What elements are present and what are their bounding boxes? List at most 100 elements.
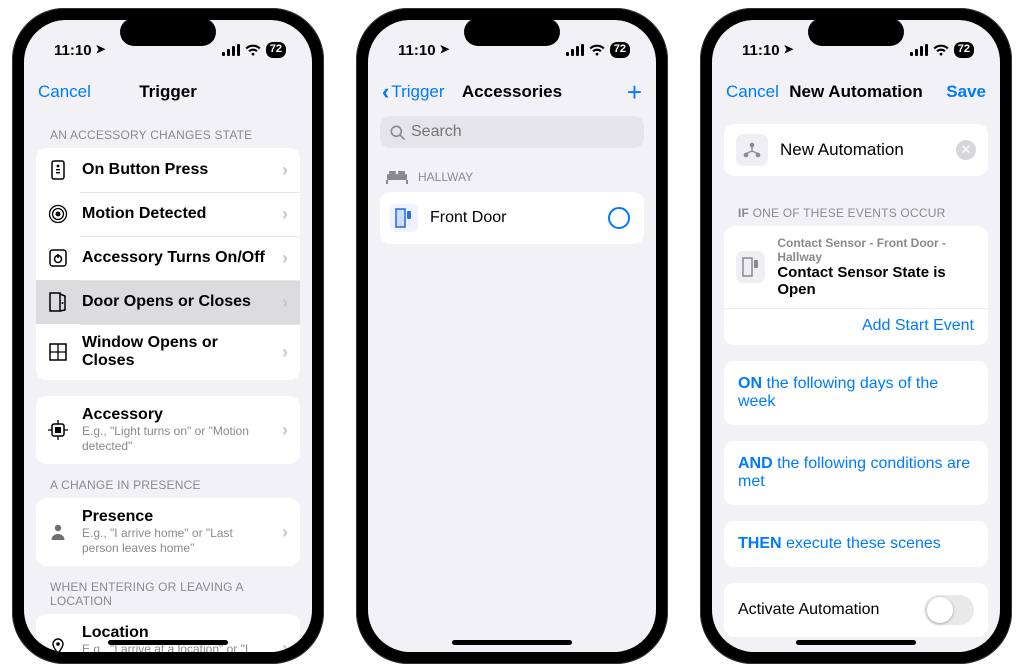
save-button[interactable]: Save (946, 82, 986, 102)
activate-switch[interactable] (924, 595, 974, 625)
dynamic-island (464, 18, 560, 46)
search-input[interactable] (411, 123, 634, 141)
screen-trigger: 11:10 ➤ 72 Cancel Trigger AN ACCESSORY C… (24, 20, 312, 652)
add-start-event-button[interactable]: Add Start Event (724, 308, 988, 345)
then-text: execute these scenes (782, 535, 941, 552)
chevron-right-icon: › (282, 342, 288, 363)
chevron-left-icon: ‹ (382, 79, 389, 105)
chevron-right-icon: › (282, 420, 288, 441)
door-sensor-icon (736, 251, 765, 283)
battery-badge: 72 (954, 42, 974, 57)
row-location[interactable]: Location E.g., "I arrive at a location" … (36, 614, 300, 652)
trigger-type-list: On Button Press › Motion Detected › Acce… (36, 148, 300, 380)
status-time: 11:10 (742, 42, 780, 59)
event-title: Contact Sensor State is Open (777, 264, 976, 298)
section-header-state: AN ACCESSORY CHANGES STATE (36, 114, 300, 148)
automation-icon (736, 134, 768, 166)
section-header-presence: A CHANGE IN PRESENCE (36, 464, 300, 498)
row-accessory[interactable]: Accessory E.g., "Light turns on" or "Mot… (36, 396, 300, 464)
chevron-right-icon: › (282, 292, 288, 313)
row-onoff[interactable]: Accessory Turns On/Off › (36, 236, 300, 280)
cancel-button[interactable]: Cancel (38, 82, 91, 102)
door-sensor-icon (390, 204, 418, 232)
location-pin-icon (46, 636, 70, 652)
wifi-icon (589, 44, 605, 56)
radio-unselected[interactable] (608, 207, 630, 229)
door-icon (46, 290, 70, 314)
row-presence[interactable]: Presence E.g., "I arrive home" or "Last … (36, 498, 300, 566)
location-arrow-icon: ➤ (784, 42, 794, 56)
home-indicator (452, 640, 572, 645)
back-label: Trigger (391, 82, 444, 102)
room-name: HALLWAY (418, 170, 473, 184)
remote-icon (46, 158, 70, 182)
accessory-row-front-door[interactable]: Front Door (380, 192, 644, 244)
row-label: Window Opens or Closes (82, 334, 270, 370)
row-sub: E.g., "Light turns on" or "Motion detect… (82, 424, 270, 454)
nav-bar: Cancel New Automation Save (712, 70, 1000, 114)
chevron-right-icon: › (282, 522, 288, 543)
event-row[interactable]: Contact Sensor - Front Door - Hallway Co… (724, 226, 988, 308)
activate-row: Activate Automation (724, 583, 988, 637)
and-keyword: AND (738, 455, 773, 472)
clear-name-button[interactable]: ✕ (956, 140, 976, 160)
screen-accessories: 11:10 ➤ 72 ‹ Trigger Accessories + (368, 20, 656, 652)
chevron-right-icon: › (282, 160, 288, 181)
person-icon (46, 520, 70, 544)
wifi-icon (933, 44, 949, 56)
back-button[interactable]: ‹ Trigger (382, 79, 445, 105)
row-sub: E.g., "I arrive home" or "Last person le… (82, 526, 270, 556)
chip-icon (46, 418, 70, 442)
cellular-icon (566, 44, 584, 56)
accessory-name: Front Door (430, 209, 596, 227)
window-icon (46, 340, 70, 364)
phone-2: 11:10 ➤ 72 ‹ Trigger Accessories + (356, 8, 668, 664)
row-label: Motion Detected (82, 205, 270, 223)
section-header-location: WHEN ENTERING OR LEAVING A LOCATION (36, 566, 300, 614)
activate-label: Activate Automation (738, 601, 879, 619)
room-icon (386, 170, 408, 184)
row-motion[interactable]: Motion Detected › (36, 192, 300, 236)
wifi-icon (245, 44, 261, 56)
then-keyword: THEN (738, 535, 782, 552)
location-arrow-icon: ➤ (440, 42, 450, 56)
on-days-row[interactable]: ON the following days of the week (724, 361, 988, 425)
home-indicator (796, 640, 916, 645)
power-icon (46, 246, 70, 270)
automation-name-row[interactable]: New Automation ✕ (724, 124, 988, 176)
cancel-button[interactable]: Cancel (726, 82, 779, 102)
motion-icon (46, 202, 70, 226)
row-label: Door Opens or Closes (82, 293, 270, 311)
search-field[interactable] (380, 116, 644, 148)
battery-badge: 72 (610, 42, 630, 57)
room-header: HALLWAY (380, 148, 644, 192)
event-subtitle: Contact Sensor - Front Door - Hallway (777, 236, 976, 264)
row-label: Accessory Turns On/Off (82, 249, 270, 267)
cellular-icon (910, 44, 928, 56)
cellular-icon (222, 44, 240, 56)
and-conditions-row[interactable]: AND the following conditions are met (724, 441, 988, 505)
then-scenes-row[interactable]: THEN execute these scenes (724, 521, 988, 567)
row-title: Presence (82, 508, 270, 526)
chevron-right-icon: › (282, 204, 288, 225)
nav-bar: ‹ Trigger Accessories + (368, 70, 656, 114)
add-button[interactable]: + (627, 79, 642, 105)
home-indicator (108, 640, 228, 645)
event-card: Contact Sensor - Front Door - Hallway Co… (724, 226, 988, 345)
dynamic-island (808, 18, 904, 46)
automation-name: New Automation (780, 140, 944, 160)
chevron-right-icon: › (282, 638, 288, 653)
on-keyword: ON (738, 375, 762, 392)
search-icon (390, 125, 405, 140)
chevron-right-icon: › (282, 248, 288, 269)
screen-new-automation: 11:10 ➤ 72 Cancel New Automation Save Ne… (712, 20, 1000, 652)
row-window[interactable]: Window Opens or Closes › (36, 324, 300, 380)
and-text: the following conditions are met (738, 455, 970, 490)
status-time: 11:10 (54, 42, 92, 59)
row-button-press[interactable]: On Button Press › (36, 148, 300, 192)
row-door[interactable]: Door Opens or Closes › (36, 280, 300, 324)
if-header: IF IF ONE OF THESE EVENTS OCCURONE OF TH… (724, 192, 988, 226)
row-title: Accessory (82, 406, 270, 424)
row-label: On Button Press (82, 161, 270, 179)
dynamic-island (120, 18, 216, 46)
